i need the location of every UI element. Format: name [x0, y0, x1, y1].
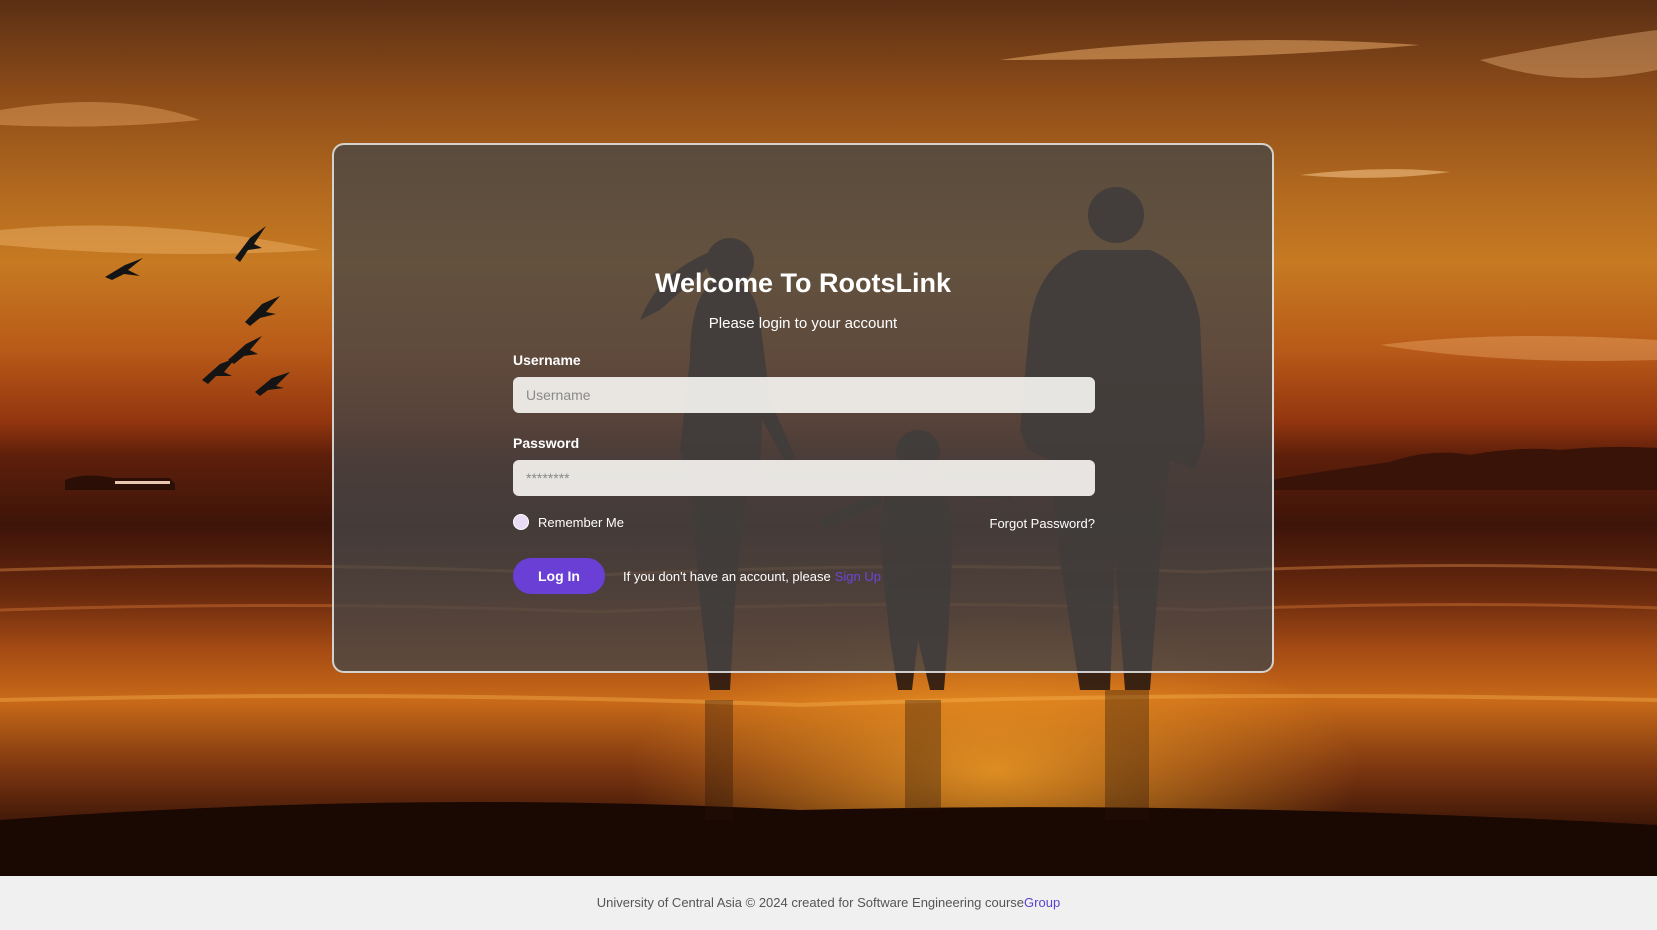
remember-me-label: Remember Me: [538, 514, 624, 530]
login-form: Username Password Remember Me Forgot Pas…: [513, 350, 1095, 594]
username-label: Username: [513, 352, 581, 368]
footer-group-link[interactable]: Group: [1024, 895, 1060, 910]
footer: University of Central Asia © 2024 create…: [0, 876, 1657, 930]
login-actions: Log In If you don't have an account, ple…: [513, 558, 1095, 594]
login-card: Welcome To RootsLink Please login to you…: [332, 143, 1274, 673]
forgot-password-link[interactable]: Forgot Password?: [990, 516, 1096, 531]
login-options: Remember Me Forgot Password?: [513, 514, 1095, 534]
footer-text: University of Central Asia © 2024 create…: [596, 895, 1025, 910]
radio-circle-icon[interactable]: [513, 514, 529, 530]
remember-me-toggle[interactable]: Remember Me: [513, 514, 624, 530]
password-input[interactable]: [513, 460, 1095, 496]
background-hero: Welcome To RootsLink Please login to you…: [0, 0, 1657, 876]
password-label: Password: [513, 435, 580, 451]
page-subtitle: Please login to your account: [708, 315, 898, 332]
username-input[interactable]: [513, 377, 1095, 413]
login-button[interactable]: Log In: [513, 558, 605, 594]
signup-link[interactable]: Sign Up: [835, 569, 881, 584]
page-title: Welcome To RootsLink: [654, 268, 952, 298]
signup-prompt: If you don't have an account, please: [623, 568, 831, 584]
